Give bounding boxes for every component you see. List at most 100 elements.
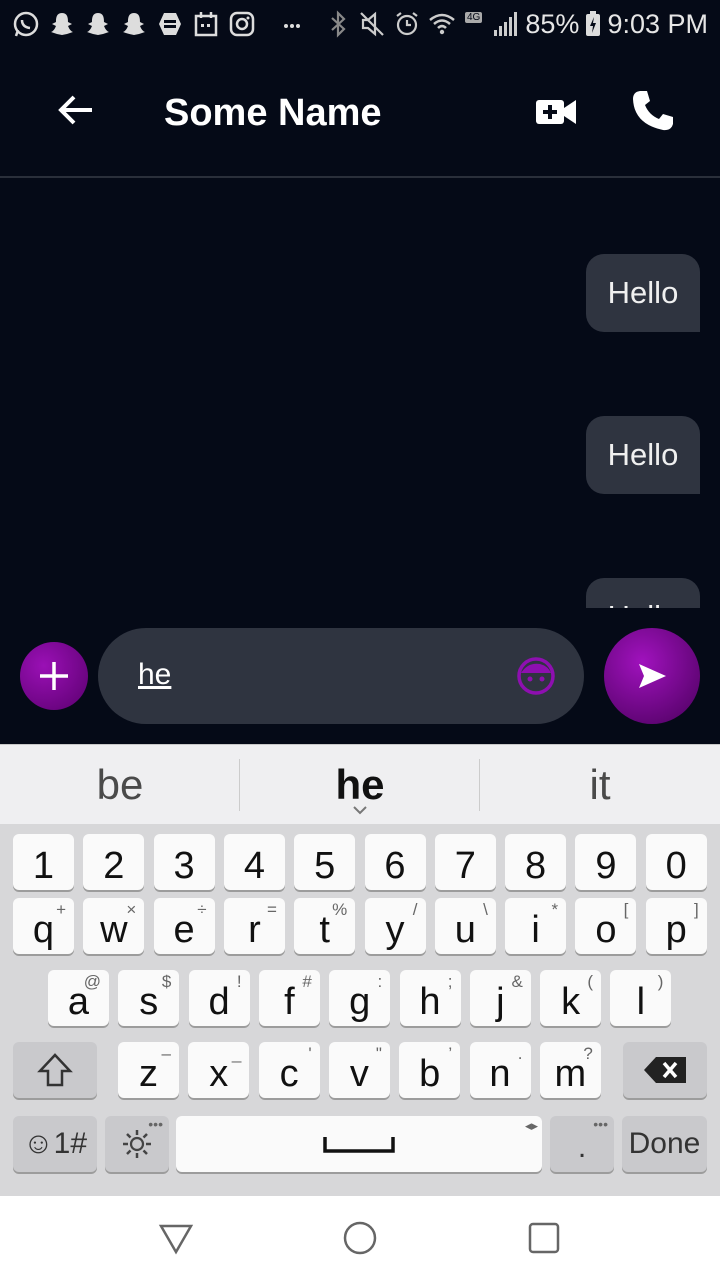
message-bubble[interactable]: Hello <box>586 416 700 494</box>
symbols-key[interactable]: ☺1# <box>13 1116 97 1172</box>
phone-icon[interactable] <box>630 88 676 134</box>
key-label: p <box>665 908 687 951</box>
key-z[interactable]: z – <box>118 1042 179 1098</box>
key-k[interactable]: k( <box>540 970 602 1026</box>
key-3[interactable]: 3 <box>153 834 215 890</box>
key-7[interactable]: 7 <box>434 834 496 890</box>
home-circle-icon[interactable] <box>340 1218 380 1258</box>
key-c[interactable]: c ' <box>258 1042 320 1098</box>
key-g[interactable]: g: <box>329 970 391 1026</box>
key-x[interactable]: x _ <box>188 1042 250 1098</box>
key-o[interactable]: o[ <box>575 898 637 954</box>
key-j[interactable]: j & <box>469 970 531 1026</box>
key-label: u <box>454 908 476 951</box>
key-v[interactable]: v " <box>328 1042 390 1098</box>
back-arrow-icon[interactable] <box>54 88 98 132</box>
battery-icon <box>586 11 601 36</box>
key-label: 1 <box>32 844 55 887</box>
key-b[interactable]: b’ <box>399 1042 461 1098</box>
key-a[interactable]: a @ <box>48 970 109 1026</box>
plus-icon <box>40 662 68 690</box>
key-p[interactable]: p] <box>645 898 707 954</box>
key-n[interactable]: n. <box>469 1042 531 1098</box>
key-0[interactable]: 0 <box>645 834 707 890</box>
recents-square-icon[interactable] <box>524 1218 564 1258</box>
key-2[interactable]: 2 <box>83 834 145 890</box>
space-bar-icon <box>323 1137 395 1153</box>
key-label: f <box>284 980 295 1023</box>
key-hint: – <box>161 1044 171 1063</box>
key-r[interactable]: r = <box>223 898 285 954</box>
key-label: j <box>496 980 505 1023</box>
add-attachment-button[interactable] <box>20 642 88 710</box>
emoji-face-icon[interactable] <box>516 656 556 696</box>
key-label: y <box>385 908 405 951</box>
chevron-down-icon <box>353 806 367 815</box>
shift-key[interactable] <box>13 1042 97 1098</box>
message-input[interactable]: he <box>98 628 584 724</box>
video-call-icon[interactable] <box>534 92 578 132</box>
done-key[interactable]: Done <box>622 1116 707 1172</box>
key-u[interactable]: u \ <box>434 898 496 954</box>
key-q[interactable]: q + <box>13 898 74 954</box>
key-label: g <box>349 980 371 1023</box>
key-t[interactable]: t% <box>294 898 356 954</box>
key-label: t <box>319 908 330 951</box>
key-label: x <box>209 1052 229 1095</box>
message-list[interactable]: Hello Hello Hello <box>0 180 720 608</box>
instagram-icon <box>229 11 255 37</box>
key-5[interactable]: 5 <box>294 834 356 890</box>
period-key[interactable]: . ••• <box>550 1116 614 1172</box>
messenger-icon <box>159 13 181 35</box>
suggestion-be[interactable]: be <box>0 745 240 825</box>
key-4[interactable]: 4 <box>223 834 285 890</box>
key-9[interactable]: 9 <box>575 834 637 890</box>
key-hint: * <box>551 900 559 919</box>
space-key[interactable]: ◂▸ <box>176 1116 542 1172</box>
key-h[interactable]: h; <box>399 970 461 1026</box>
message-bubble[interactable]: Hello <box>586 254 700 332</box>
chat-header: Some Name <box>0 48 720 178</box>
key-i[interactable]: i * <box>505 898 567 954</box>
battery-percent: 85% <box>525 9 580 39</box>
alarm-icon <box>396 12 418 36</box>
key-s[interactable]: s $ <box>118 970 180 1026</box>
key-y[interactable]: y / <box>364 898 426 954</box>
key-e[interactable]: e ÷ <box>153 898 215 954</box>
key-1[interactable]: 1 <box>13 834 74 890</box>
more-icon <box>284 24 300 28</box>
wifi-icon <box>429 13 455 35</box>
key-label: 5 <box>314 844 336 887</box>
suggestion-bar: be he it <box>0 744 720 824</box>
message-composer: he <box>0 608 720 744</box>
key-6[interactable]: 6 <box>364 834 426 890</box>
message-bubble[interactable]: Hello <box>586 578 700 608</box>
period-key-label: . <box>577 1131 587 1164</box>
key-m[interactable]: m? <box>539 1042 601 1098</box>
suggestion-it[interactable]: it <box>480 745 720 825</box>
key-hint: / <box>412 900 418 919</box>
key-f[interactable]: f # <box>258 970 320 1026</box>
key-label: 7 <box>454 844 476 887</box>
more-options-icon: ••• <box>593 1116 608 1132</box>
key-d[interactable]: d! <box>188 970 250 1026</box>
settings-key[interactable]: ••• <box>105 1116 169 1172</box>
send-button[interactable] <box>604 628 700 724</box>
key-label: q <box>32 908 55 951</box>
key-label: w <box>100 908 128 951</box>
message-input-value[interactable]: he <box>138 658 171 692</box>
key-label: r <box>248 908 261 951</box>
settings-gear-icon <box>123 1130 151 1158</box>
key-label: v <box>349 1052 369 1095</box>
key-hint: % <box>332 900 348 919</box>
back-triangle-icon[interactable] <box>156 1218 196 1258</box>
key-hint: @ <box>83 972 101 991</box>
backspace-key[interactable] <box>623 1042 707 1098</box>
key-hint: ? <box>583 1044 593 1063</box>
key-8[interactable]: 8 <box>505 834 567 890</box>
key-hint: ÷ <box>197 900 207 919</box>
key-l[interactable]: l) <box>610 970 672 1026</box>
key-w[interactable]: w × <box>83 898 145 954</box>
key-hint: ; <box>447 972 453 991</box>
snapchat-icon <box>51 13 73 35</box>
